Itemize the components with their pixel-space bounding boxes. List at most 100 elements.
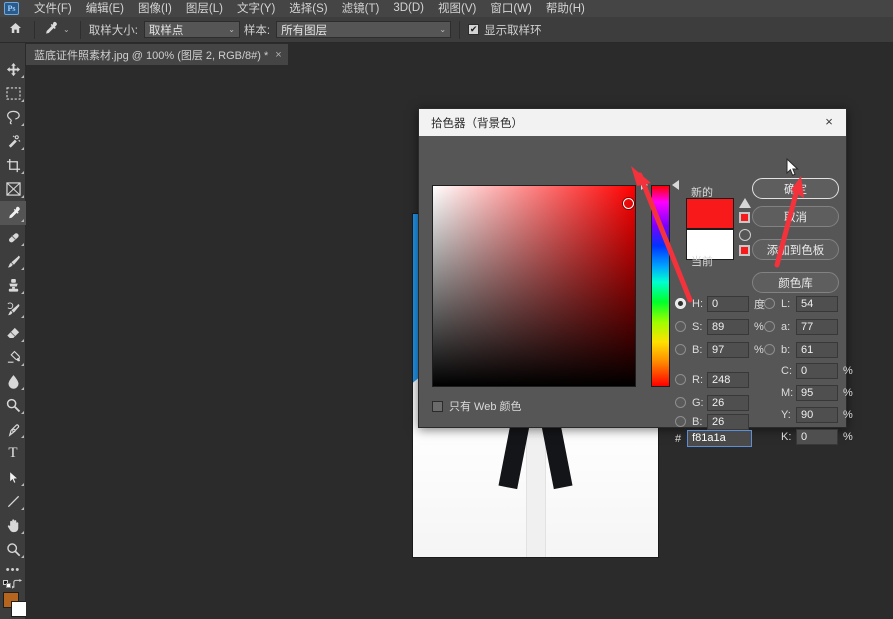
hex-field[interactable]: f81a1a [687,430,753,447]
menu-layer[interactable]: 图层(L) [179,0,230,18]
current-color-label: 当前 [691,256,713,268]
cyan-field[interactable]: 0 [796,362,838,379]
history-brush-tool[interactable] [0,297,26,321]
menu-window[interactable]: 窗口(W) [483,0,539,18]
type-tool[interactable]: T [0,441,26,465]
pen-tool[interactable] [0,417,26,441]
red-radio[interactable] [675,374,686,385]
saturation-brightness-field[interactable] [432,185,636,387]
black-field[interactable]: 0 [796,428,838,445]
lab-l-row[interactable]: L: 54 [764,295,838,312]
magenta-field[interactable]: 95 [796,384,838,401]
eyedropper-icon[interactable] [39,21,61,39]
brightness-field[interactable]: 97 [707,341,749,358]
lab-b-field[interactable]: 61 [796,341,838,358]
red-field[interactable]: 248 [707,371,749,388]
hue-row[interactable]: H: 0 度 [675,295,765,312]
sample-select[interactable]: 所有图层 ⌄ [276,21,452,38]
lab-a-row[interactable]: a: 77 [764,318,838,335]
cyan-unit: % [843,364,853,377]
menu-help[interactable]: 帮助(H) [539,0,592,18]
out-of-gamut-warning-icon[interactable] [739,198,751,208]
yellow-row[interactable]: Y: 90 % [781,406,853,423]
saturation-field[interactable]: 89 [707,318,749,335]
lab-b-row[interactable]: b: 61 [764,341,838,358]
color-swatches [0,579,27,619]
lab-l-radio[interactable] [764,298,775,309]
color-field-marker[interactable] [623,198,634,209]
quick-selection-tool[interactable] [0,129,26,153]
crop-tool[interactable] [0,153,26,177]
menu-select[interactable]: 选择(S) [282,0,334,18]
green-radio[interactable] [675,397,686,408]
non-web-safe-warning-icon[interactable] [739,229,751,241]
swap-colors-icon[interactable] [12,579,23,592]
color-picker-dialog[interactable]: 拾色器（背景色） × 新的 当前 确定 取消 添加到色板 颜色库 H: 0 度 … [418,108,853,447]
menu-view[interactable]: 视图(V) [431,0,483,18]
black-row[interactable]: K: 0 % [781,428,853,445]
sample-size-select[interactable]: 取样点 ⌄ [143,21,240,38]
eyedropper-tool[interactable] [0,201,26,225]
brush-tool[interactable] [0,249,26,273]
web-colors-only-checkbox[interactable]: 只有 Web 颜色 [432,398,522,414]
default-colors-icon[interactable] [3,580,11,588]
home-icon[interactable] [0,22,30,37]
web-safe-substitute-swatch[interactable] [739,245,750,256]
healing-brush-tool[interactable] [0,225,26,249]
menu-file[interactable]: 文件(F) [27,0,79,18]
red-row[interactable]: R: 248 [675,371,749,388]
color-libraries-button[interactable]: 颜色库 [752,272,839,293]
tool-preset-chevron-down-icon[interactable]: ⌄ [61,25,76,34]
cyan-row[interactable]: C: 0 % [781,362,853,379]
hue-radio[interactable] [675,298,686,309]
clone-stamp-tool[interactable] [0,273,26,297]
lab-b-radio[interactable] [764,344,775,355]
green-row[interactable]: G: 26 [675,394,749,411]
dialog-title-bar[interactable]: 拾色器（背景色） × [419,109,846,136]
hand-tool[interactable] [0,513,26,537]
ok-button[interactable]: 确定 [752,178,839,199]
yellow-field[interactable]: 90 [796,406,838,423]
dodge-tool[interactable] [0,393,26,417]
brightness-radio[interactable] [675,344,686,355]
sample-label: 样本: [243,24,271,37]
move-tool[interactable] [0,57,26,81]
hue-slider[interactable] [651,185,670,387]
menu-image[interactable]: 图像(I) [131,0,179,18]
frame-tool[interactable] [0,177,26,201]
close-icon[interactable]: × [822,115,836,129]
hue-field[interactable]: 0 [707,295,749,312]
line-tool[interactable] [0,489,26,513]
menu-filter[interactable]: 滤镜(T) [335,0,387,18]
background-color-swatch[interactable] [11,601,27,617]
marquee-tool[interactable] [0,81,26,105]
menu-3d[interactable]: 3D(D) [386,1,431,16]
lab-l-field[interactable]: 54 [796,295,838,312]
menu-type[interactable]: 文字(Y) [230,0,282,18]
more-tools-button[interactable]: ••• [0,561,26,579]
saturation-radio[interactable] [675,321,686,332]
path-selection-tool[interactable] [0,465,26,489]
document-tab[interactable]: 蓝底证件照素材.jpg @ 100% (图层 2, RGB/8#) * × [26,44,289,65]
eraser-tool[interactable] [0,321,26,345]
lab-a-radio[interactable] [764,321,775,332]
magenta-row[interactable]: M: 95 % [781,384,853,401]
lab-a-field[interactable]: 77 [796,318,838,335]
blue-radio[interactable] [675,416,686,427]
blue-row[interactable]: B: 26 [675,413,749,430]
close-icon[interactable]: × [275,49,281,61]
gradient-tool[interactable] [0,345,26,369]
zoom-tool[interactable] [0,537,26,561]
blue-field[interactable]: 26 [707,413,749,430]
saturation-row[interactable]: S: 89 % [675,318,764,335]
cancel-button[interactable]: 取消 [752,206,839,227]
gamut-substitute-swatch[interactable] [739,212,750,223]
blur-tool[interactable] [0,369,26,393]
add-to-swatches-button[interactable]: 添加到色板 [752,239,839,260]
lasso-tool[interactable] [0,105,26,129]
menu-edit[interactable]: 编辑(E) [79,0,131,18]
brightness-row[interactable]: B: 97 % [675,341,764,358]
show-sampling-ring-checkbox[interactable]: ✔ 显示取样环 [468,22,548,38]
hex-row[interactable]: # f81a1a [675,430,753,447]
green-field[interactable]: 26 [707,394,749,411]
